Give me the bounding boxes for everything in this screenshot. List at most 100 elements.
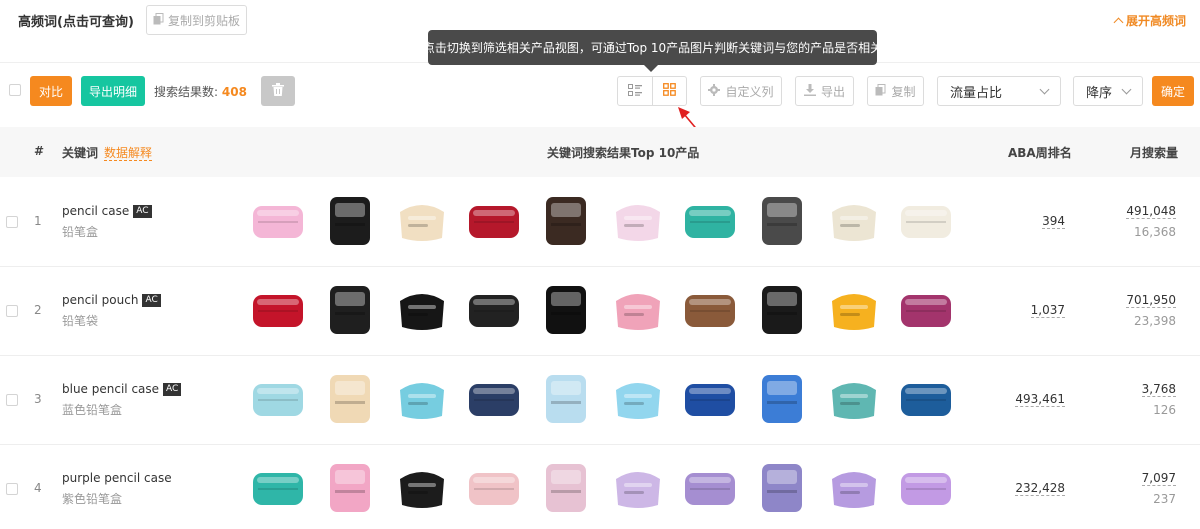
aba-rank-value[interactable]: 232,428 (1015, 481, 1065, 496)
compare-button[interactable]: 对比 (30, 76, 72, 106)
row-checkbox[interactable] (6, 305, 18, 317)
daily-volume-value: 23,398 (1134, 314, 1176, 328)
product-thumbnail[interactable] (464, 277, 524, 343)
product-thumbnail[interactable] (752, 455, 812, 521)
aba-rank-value[interactable]: 1,037 (1030, 303, 1065, 318)
list-view-icon (627, 83, 642, 99)
row-index: 4 (34, 481, 42, 495)
daily-volume-value: 237 (1153, 492, 1176, 506)
keyword-link[interactable]: blue pencil case AC (62, 382, 182, 396)
row-checkbox[interactable] (6, 483, 18, 495)
copy-icon (153, 12, 164, 28)
result-count-text: 搜索结果数: 408 (154, 83, 247, 100)
product-thumbnail[interactable] (608, 366, 668, 432)
product-thumbnail[interactable] (824, 188, 884, 254)
keyword-link[interactable]: purple pencil case (62, 471, 172, 485)
keyword-link[interactable]: pencil pouch AC (62, 293, 161, 307)
export-detail-button[interactable]: 导出明细 (81, 76, 145, 106)
sort-order-select[interactable]: 降序 (1073, 76, 1143, 106)
keyword-text: blue pencil case (62, 382, 160, 396)
table-row[interactable]: 2 pencil pouch AC 铅笔袋 1,037 701,950 23,398 (0, 267, 1200, 356)
delete-button[interactable] (261, 76, 295, 106)
product-thumbnail[interactable] (680, 188, 740, 254)
product-thumbnail[interactable] (896, 188, 956, 254)
row-checkbox[interactable] (6, 216, 18, 228)
product-thumbnail[interactable] (608, 277, 668, 343)
confirm-button[interactable]: 确定 (1152, 76, 1194, 106)
product-thumbnail[interactable] (392, 277, 452, 343)
keyword-translation: 铅笔袋 (62, 314, 99, 328)
product-thumbnail[interactable] (896, 277, 956, 343)
product-thumbnail[interactable] (392, 188, 452, 254)
list-view-button[interactable] (618, 77, 652, 105)
product-thumbnail[interactable] (536, 188, 596, 254)
sort-field-select[interactable]: 流量占比 (937, 76, 1061, 106)
product-thumbnail[interactable] (536, 366, 596, 432)
row-index: 2 (34, 303, 42, 317)
product-thumbnail[interactable] (464, 455, 524, 521)
copy-to-clipboard-button[interactable]: 复制到剪贴板 (146, 5, 247, 35)
product-thumbnail[interactable] (248, 188, 308, 254)
data-explain-link[interactable]: 数据解释 (104, 146, 153, 161)
keyword-link[interactable]: pencil case AC (62, 204, 152, 218)
expand-keywords-link[interactable]: 展开高频词 (1113, 12, 1186, 29)
product-thumbnail[interactable] (752, 188, 812, 254)
table-row[interactable]: 3 blue pencil case AC 蓝色铅笔盒 493,461 3,768 126 (0, 356, 1200, 445)
table-row[interactable]: 4 purple pencil case 紫色铅笔盒 232,428 7,097 237 (0, 445, 1200, 529)
aba-rank-value[interactable]: 493,461 (1015, 392, 1065, 407)
grid-view-button[interactable] (651, 77, 687, 105)
ac-badge: AC (133, 204, 152, 218)
chevron-down-icon (1121, 84, 1132, 94)
product-thumbnail[interactable] (896, 455, 956, 521)
product-thumbnail[interactable] (320, 455, 380, 521)
export-button[interactable]: 导出 (795, 76, 854, 106)
product-thumbnail[interactable] (248, 455, 308, 521)
product-thumbnail[interactable] (320, 188, 380, 254)
custom-columns-button[interactable]: 自定义列 (700, 76, 782, 106)
trash-icon (272, 83, 284, 99)
product-thumbnail[interactable] (608, 188, 668, 254)
grid-view-icon (662, 83, 676, 99)
product-thumbnail[interactable] (536, 277, 596, 343)
product-thumbnail[interactable] (752, 366, 812, 432)
copy-icon (875, 83, 886, 99)
monthly-volume-value[interactable]: 491,048 (1126, 204, 1176, 219)
product-thumbnail[interactable] (824, 455, 884, 521)
keyword-text: pencil pouch (62, 293, 139, 307)
product-thumbnail[interactable] (320, 366, 380, 432)
daily-volume-value: 16,368 (1134, 225, 1176, 239)
row-index: 1 (34, 214, 42, 228)
product-thumbnail[interactable] (248, 366, 308, 432)
product-thumbnail[interactable] (248, 277, 308, 343)
daily-volume-value: 126 (1153, 403, 1176, 417)
view-toggle[interactable] (617, 76, 687, 106)
product-thumbnail[interactable] (824, 366, 884, 432)
aba-rank-value[interactable]: 394 (1042, 214, 1065, 229)
top10-products (248, 366, 956, 432)
product-thumbnail[interactable] (824, 277, 884, 343)
copy-button[interactable]: 复制 (867, 76, 924, 106)
product-thumbnail[interactable] (752, 277, 812, 343)
ac-badge: AC (142, 293, 161, 307)
monthly-volume-value[interactable]: 701,950 (1126, 293, 1176, 308)
ac-badge: AC (163, 382, 182, 396)
product-thumbnail[interactable] (680, 366, 740, 432)
product-thumbnail[interactable] (320, 277, 380, 343)
keyword-translation: 铅笔盒 (62, 225, 99, 239)
download-icon (803, 83, 816, 99)
monthly-volume-value[interactable]: 7,097 (1141, 471, 1176, 486)
select-all-checkbox[interactable] (9, 84, 21, 96)
product-thumbnail[interactable] (680, 277, 740, 343)
product-thumbnail[interactable] (896, 366, 956, 432)
product-thumbnail[interactable] (608, 455, 668, 521)
product-thumbnail[interactable] (464, 366, 524, 432)
row-checkbox[interactable] (6, 394, 18, 406)
product-thumbnail[interactable] (536, 455, 596, 521)
table-row[interactable]: 1 pencil case AC 铅笔盒 394 491,048 16,368 (0, 178, 1200, 267)
product-thumbnail[interactable] (680, 455, 740, 521)
product-thumbnail[interactable] (392, 366, 452, 432)
monthly-volume-value[interactable]: 3,768 (1141, 382, 1176, 397)
product-thumbnail[interactable] (464, 188, 524, 254)
product-thumbnail[interactable] (392, 455, 452, 521)
copy-to-clipboard-label: 复制到剪贴板 (167, 13, 240, 28)
